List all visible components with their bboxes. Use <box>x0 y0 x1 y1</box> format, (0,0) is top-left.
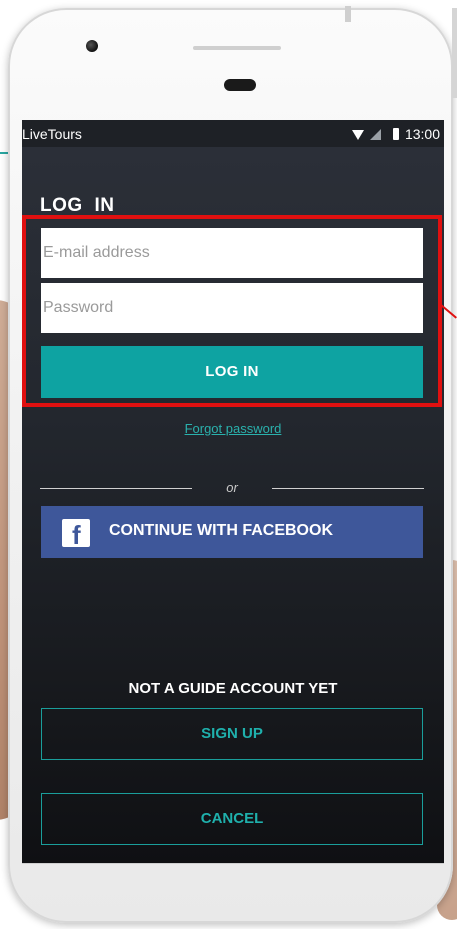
highlight-box <box>22 215 442 407</box>
divider-line-right <box>272 488 424 489</box>
facebook-button-label: CONTINUE WITH FACEBOOK <box>109 522 333 539</box>
facebook-login-button[interactable]: f CONTINUE WITH FACEBOOK <box>41 506 423 558</box>
forgot-password-link[interactable]: Forgot password <box>22 421 444 436</box>
facebook-icon: f <box>62 519 90 550</box>
camera-icon <box>86 40 98 52</box>
phone-side-button <box>452 8 457 98</box>
status-indicators: 13:00 <box>351 126 440 142</box>
or-divider: or <box>40 478 424 498</box>
signup-button[interactable]: SIGN UP <box>41 708 423 760</box>
facebook-icon-glyph: f <box>72 520 81 550</box>
status-app-name: LiveTours <box>22 126 82 142</box>
signup-prompt: NOT A GUIDE ACCOUNT YET <box>128 680 338 697</box>
signal-icon <box>369 128 381 140</box>
battery-icon <box>392 128 399 140</box>
proximity-sensor <box>224 79 256 91</box>
status-time: 13:00 <box>404 126 440 142</box>
cancel-button[interactable]: CANCEL <box>41 793 423 845</box>
login-heading: LOG IN <box>40 195 115 216</box>
app-screen: LiveTours 13:00 LOG IN E-mail address Pa… <box>22 120 444 863</box>
status-bar: LiveTours 13:00 <box>22 120 444 147</box>
speaker-grille <box>193 46 281 50</box>
wifi-icon <box>351 130 364 140</box>
phone-top-button <box>345 6 351 22</box>
phone-bottom-bezel <box>22 863 444 864</box>
stage: LiveTours 13:00 LOG IN E-mail address Pa… <box>0 0 457 929</box>
